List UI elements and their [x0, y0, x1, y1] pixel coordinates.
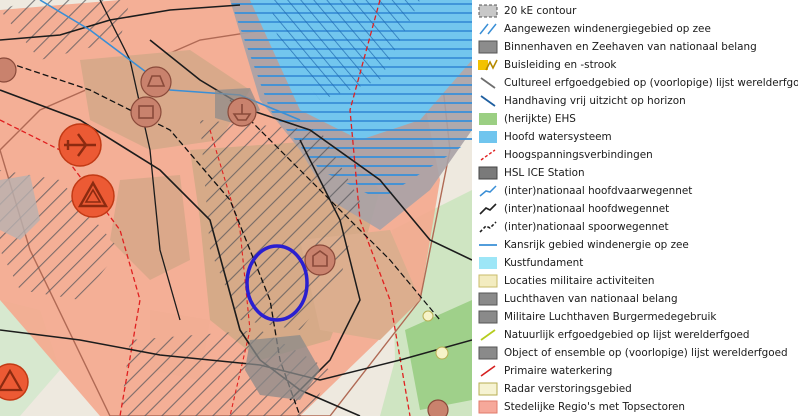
legend-label: (inter)nationaal spoorwegennet: [504, 221, 669, 233]
radar-marker: [422, 310, 434, 322]
blue-line-icon: [478, 184, 498, 198]
legend-label: Cultureel erfgoedgebied op (voorlopige) …: [504, 77, 798, 89]
legend-label: Hoofd watersysteem: [504, 131, 612, 143]
legend-label: Radar verstoringsgebied: [504, 383, 632, 395]
legend-label: Object of ensemble op (voorlopige) lijst…: [504, 347, 788, 359]
legend-label: HSL ICE Station: [504, 167, 585, 179]
legend-item-stedelijke-regios: Stedelijke Regio's met Topsectoren: [478, 398, 796, 416]
legend-label: Militaire Luchthaven Burgermedegebruik: [504, 311, 717, 323]
light-blue-box-icon: [478, 130, 498, 144]
legend-label: Kustfundament: [504, 257, 584, 269]
monument-icon[interactable]: [130, 96, 162, 128]
legend-item-buisleiding: Buisleiding en -strook: [478, 56, 796, 74]
legend-label: Aangewezen windenergiegebied op zee: [504, 23, 711, 35]
legend-label: Buisleiding en -strook: [504, 59, 617, 71]
dark-blue-diagonal-line-icon: [478, 94, 498, 108]
green-box-icon: [478, 112, 498, 126]
pipeline-icon: [478, 58, 498, 72]
red-diagonal-line-icon: [478, 364, 498, 378]
legend-label: (inter)nationaal hoofdwegennet: [504, 203, 670, 215]
legend-label: Natuurlijk erfgoedgebied op lijst wereld…: [504, 329, 750, 341]
radar-marker: [435, 346, 449, 360]
dark-grey-box-icon: [478, 166, 498, 180]
legend-item-object-ensemble: Object of ensemble op (voorlopige) lijst…: [478, 344, 796, 362]
monument-icon[interactable]: [427, 399, 449, 416]
legend-item-vaarwegennet: (inter)nationaal hoofdvaarwegennet: [478, 182, 796, 200]
red-dashed-line-icon: [478, 148, 498, 162]
legend-item-radar: Radar verstoringsgebied: [478, 380, 796, 398]
beige-box-icon: [478, 274, 498, 288]
legend-label: Kansrijk gebied windenergie op zee: [504, 239, 689, 251]
legend-item-natuurlijk-erfgoed: Natuurlijk erfgoedgebied op lijst wereld…: [478, 326, 796, 344]
legend-item-windenergiegebied: Aangewezen windenergiegebied op zee: [478, 20, 796, 38]
dashed-grey-box-icon: [478, 4, 498, 18]
airplane-icon[interactable]: [58, 123, 102, 167]
legend-item-primaire-waterkering: Primaire waterkering: [478, 362, 796, 380]
grey-diagonal-line-icon: [478, 76, 498, 90]
map-panel[interactable]: [0, 0, 472, 416]
legend-label: Primaire waterkering: [504, 365, 613, 377]
grey-box-icon: [478, 346, 498, 360]
monument-icon[interactable]: [304, 244, 336, 276]
dam-icon[interactable]: [140, 66, 172, 98]
legend-item-hoogspanning: Hoogspanningsverbindingen: [478, 146, 796, 164]
legend-label: (herijkte) EHS: [504, 113, 576, 125]
light-yellow-box-icon: [478, 382, 498, 396]
legend-item-spoorwegennet: (inter)nationaal spoorwegennet: [478, 218, 796, 236]
legend-label: Luchthaven van nationaal belang: [504, 293, 678, 305]
blue-diagonal-lines-icon: [478, 22, 498, 36]
map-canvas[interactable]: [0, 0, 472, 416]
legend-item-luchthaven: Luchthaven van nationaal belang: [478, 290, 796, 308]
black-dashed-line-icon: [478, 220, 498, 234]
legend-label: Handhaving vrij uitzicht op horizon: [504, 95, 686, 107]
triangle-icon[interactable]: [71, 174, 115, 218]
legend-item-militaire-activiteiten: Locaties militaire activiteiten: [478, 272, 796, 290]
legend-label: Binnenhaven en Zeehaven van nationaal be…: [504, 41, 757, 53]
legend-label: 20 kE contour: [504, 5, 577, 17]
map-legend: 20 kE contour Aangewezen windenergiegebi…: [474, 0, 798, 416]
legend-label: Stedelijke Regio's met Topsectoren: [504, 401, 686, 413]
blue-horizontal-lines-icon: [478, 238, 498, 252]
legend-item-cultureel-erfgoed: Cultureel erfgoedgebied op (voorlopige) …: [478, 74, 798, 92]
legend-item-vrij-uitzicht: Handhaving vrij uitzicht op horizon: [478, 92, 796, 110]
cyan-box-icon: [478, 256, 498, 270]
black-line-icon: [478, 202, 498, 216]
legend-item-ehs: (herijkte) EHS: [478, 110, 796, 128]
legend-label: Locaties militaire activiteiten: [504, 275, 655, 287]
legend-item-hsl-station: HSL ICE Station: [478, 164, 796, 182]
legend-item-hoofdwegennet: (inter)nationaal hoofdwegennet: [478, 200, 796, 218]
legend-item-haven: Binnenhaven en Zeehaven van nationaal be…: [478, 38, 796, 56]
legend-item-watersysteem: Hoofd watersysteem: [478, 128, 796, 146]
grey-box-icon: [478, 310, 498, 324]
legend-item-militaire-luchthaven: Militaire Luchthaven Burgermedegebruik: [478, 308, 796, 326]
salmon-box-icon: [478, 400, 498, 414]
legend-item-20ke-contour: 20 kE contour: [478, 2, 796, 20]
legend-label: (inter)nationaal hoofdvaarwegennet: [504, 185, 693, 197]
ship-icon[interactable]: [227, 97, 257, 127]
triangle-icon[interactable]: [0, 363, 29, 401]
grey-box-icon: [478, 40, 498, 54]
legend-label: Hoogspanningsverbindingen: [504, 149, 653, 161]
legend-item-kansrijk-windenergie: Kansrijk gebied windenergie op zee: [478, 236, 796, 254]
legend-item-kustfundament: Kustfundament: [478, 254, 796, 272]
yellow-green-diagonal-line-icon: [478, 328, 498, 342]
grey-box-icon: [478, 292, 498, 306]
